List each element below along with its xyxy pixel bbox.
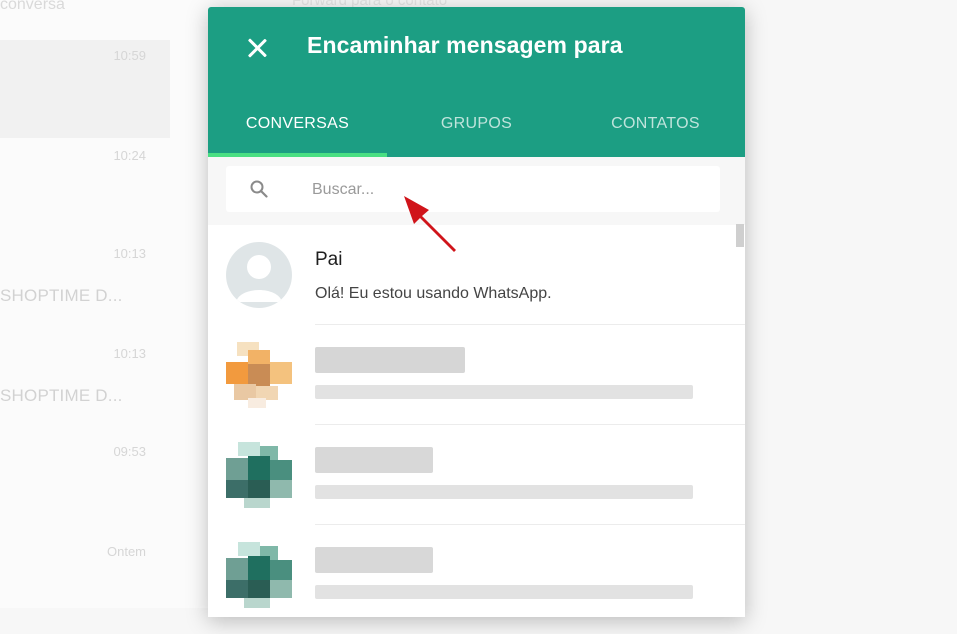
blurred-contact-status (315, 385, 693, 399)
background-chat-preview: SHOPTIME D... (0, 286, 123, 305)
blurred-avatar (226, 342, 292, 408)
close-icon[interactable] (242, 33, 272, 63)
annotation-arrow-icon (404, 196, 456, 252)
blurred-contact-name (315, 447, 433, 473)
background-chat-time: 10:24 (113, 148, 146, 163)
tab-conversas[interactable]: CONVERSAS (208, 103, 387, 157)
background-chat-time: Ontem (106, 544, 146, 559)
background-chat-time: 09:53 (113, 444, 146, 459)
list-item[interactable] (226, 525, 745, 617)
background-chat-row: 10:13 SHOPTIME D... (0, 338, 170, 436)
blurred-avatar (226, 442, 292, 508)
blurred-contact-name (315, 347, 465, 373)
list-item[interactable] (226, 325, 745, 425)
background-chat-list: conversa 10:59 10:24 10:13 SHOPTIME D...… (0, 0, 210, 608)
blurred-contact-status (315, 485, 693, 499)
scrollbar[interactable] (736, 224, 744, 247)
blurred-contact-name (315, 547, 433, 573)
list-item[interactable]: Pai Olá! Eu estou usando WhatsApp. (226, 225, 745, 325)
tab-bar: CONVERSAS GRUPOS CONTATOS (208, 103, 745, 157)
list-item[interactable] (226, 425, 745, 525)
background-chat-row: 10:13 SHOPTIME D... (0, 238, 170, 336)
search-icon (250, 180, 268, 198)
tab-grupos[interactable]: GRUPOS (387, 103, 566, 157)
background-chat-row: 09:53 (0, 436, 170, 534)
background-chat-row: 10:24 (0, 140, 170, 238)
blurred-contact-status (315, 585, 693, 599)
contact-name: Pai (315, 249, 343, 270)
background-chat-row: Ontem (0, 536, 170, 634)
default-avatar-icon (226, 242, 292, 308)
forward-message-dialog: Encaminhar mensagem para CONVERSAS GRUPO… (208, 7, 745, 617)
search-box (226, 166, 720, 212)
contact-status: Olá! Eu estou usando WhatsApp. (315, 285, 552, 302)
dialog-header: Encaminhar mensagem para CONVERSAS GRUPO… (208, 7, 745, 157)
search-input[interactable] (310, 174, 694, 206)
tab-contatos[interactable]: CONTATOS (566, 103, 745, 157)
background-chat-time: 10:13 (113, 246, 146, 261)
background-chat-preview: SHOPTIME D... (0, 386, 123, 405)
blurred-avatar (226, 542, 292, 608)
background-chat-time: 10:13 (113, 346, 146, 361)
background-chat-row: 10:59 (0, 40, 170, 138)
background-chat-time: 10:59 (113, 48, 146, 63)
contact-list: Pai Olá! Eu estou usando WhatsApp. (208, 225, 745, 617)
background-top-text: conversa (0, 0, 65, 13)
search-bar (208, 157, 745, 225)
dialog-title: Encaminhar mensagem para (307, 32, 623, 58)
